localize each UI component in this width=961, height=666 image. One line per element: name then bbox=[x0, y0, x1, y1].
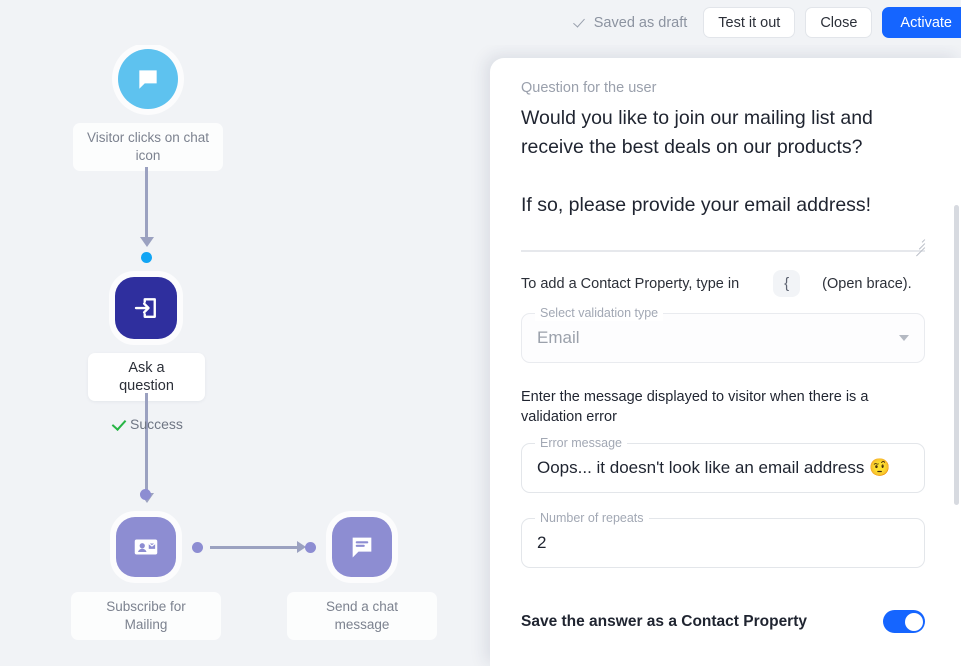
branch-label-text: Success bbox=[130, 416, 183, 432]
error-message-legend: Error message bbox=[535, 436, 627, 451]
toggle-knob bbox=[904, 612, 923, 631]
flow-node-trigger[interactable] bbox=[118, 49, 178, 109]
panel-scrollbar[interactable] bbox=[954, 205, 959, 505]
contact-property-hint: To add a Contact Property, type in { (Op… bbox=[521, 270, 920, 297]
flow-node-send-chat-message[interactable] bbox=[332, 517, 392, 577]
connector-dot-purple[interactable] bbox=[140, 489, 151, 500]
node-settings-content: Question for the user To add a Contact P… bbox=[490, 58, 950, 666]
arrow-down-icon bbox=[140, 237, 154, 247]
connector-dot-purple-out[interactable] bbox=[192, 542, 203, 553]
question-caption: Question for the user bbox=[521, 80, 657, 96]
save-contact-property-row: Save the answer as a Contact Property bbox=[521, 610, 925, 633]
number-of-repeats-legend: Number of repeats bbox=[535, 511, 649, 526]
number-of-repeats-value[interactable]: 2 bbox=[537, 533, 546, 553]
validation-type-legend: Select validation type bbox=[535, 306, 664, 321]
connector-dot-blue[interactable] bbox=[141, 252, 152, 263]
check-icon bbox=[112, 418, 124, 430]
contact-card-icon[interactable] bbox=[116, 517, 176, 577]
flow-node-trigger-label: Visitor clicks on chat icon bbox=[73, 123, 223, 171]
close-button[interactable]: Close bbox=[805, 7, 873, 38]
validation-type-select[interactable]: Select validation type Email bbox=[521, 306, 925, 363]
chat-bubble-icon[interactable] bbox=[118, 49, 178, 109]
question-input-underline bbox=[521, 239, 926, 257]
connector-ask-to-subscribe bbox=[145, 393, 148, 497]
top-toolbar: Saved as draft Test it out Close Activat… bbox=[0, 0, 961, 45]
branch-label-success: Success bbox=[112, 416, 183, 432]
error-message-description: Enter the message displayed to visitor w… bbox=[521, 389, 869, 425]
input-arrow-icon[interactable] bbox=[115, 277, 177, 339]
save-contact-property-label: Save the answer as a Contact Property bbox=[521, 612, 808, 630]
validation-type-value: Email bbox=[537, 328, 580, 347]
connector-subscribe-to-message bbox=[210, 546, 302, 549]
node-settings-panel: Question for the user To add a Contact P… bbox=[490, 58, 961, 666]
flow-node-subscribe-mailing[interactable] bbox=[116, 517, 176, 577]
flow-builder-screen: Saved as draft Test it out Close Activat… bbox=[0, 0, 961, 666]
number-of-repeats-field[interactable]: Number of repeats 2 bbox=[521, 511, 925, 568]
flow-node-subscribe-mailing-label: Subscribe for Mailing bbox=[71, 592, 221, 640]
save-contact-property-toggle[interactable] bbox=[883, 610, 925, 633]
chat-lines-icon[interactable] bbox=[332, 517, 392, 577]
question-input[interactable] bbox=[521, 104, 925, 250]
error-message-field[interactable]: Error message Oops... it doesn't look li… bbox=[521, 436, 925, 493]
error-message-value[interactable]: Oops... it doesn't look like an email ad… bbox=[537, 458, 890, 478]
test-it-out-button[interactable]: Test it out bbox=[703, 7, 796, 38]
flow-node-ask-question[interactable] bbox=[115, 277, 177, 339]
hint-suffix: (Open brace). bbox=[822, 275, 912, 292]
flow-canvas[interactable]: Visitor clicks on chat icon Ask a questi… bbox=[0, 45, 500, 666]
activate-button[interactable]: Activate bbox=[882, 7, 961, 38]
check-icon bbox=[574, 16, 587, 29]
open-brace-chip: { bbox=[773, 270, 801, 297]
saved-status-label: Saved as draft bbox=[593, 14, 688, 31]
hint-prefix: To add a Contact Property, type in bbox=[521, 275, 740, 292]
connector-trigger-to-ask bbox=[145, 167, 148, 241]
connector-dot-purple-in[interactable] bbox=[305, 542, 316, 553]
flow-node-send-chat-message-label: Send a chat message bbox=[287, 592, 437, 640]
resize-handle-icon[interactable] bbox=[913, 236, 926, 257]
chevron-down-icon[interactable] bbox=[899, 335, 909, 341]
saved-status: Saved as draft bbox=[574, 15, 688, 31]
